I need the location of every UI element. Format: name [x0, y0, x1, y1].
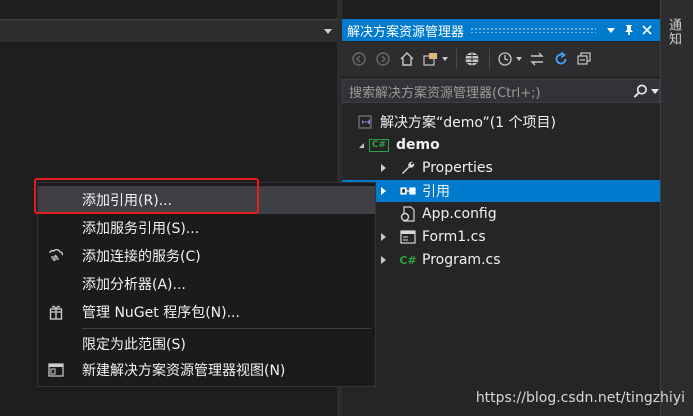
- tree-item-label: demo: [396, 137, 440, 153]
- tree-item-label: Properties: [422, 160, 493, 176]
- menu-item-label: 新建解决方案资源管理器视图(N): [82, 363, 286, 379]
- tree-item-label: Form1.cs: [422, 229, 486, 245]
- search-icon: [633, 84, 647, 98]
- expander-open-icon[interactable]: [354, 140, 368, 150]
- chevron-down-icon[interactable]: [516, 57, 522, 61]
- tree-item-solution[interactable]: 解决方案“demo”(1 个项目): [342, 111, 660, 133]
- tree-item-label: 引用: [422, 184, 450, 200]
- search-input[interactable]: 搜索解决方案资源管理器(Ctrl+;): [343, 82, 633, 101]
- menu-item-label: 限定为此范围(S): [82, 337, 186, 353]
- menu-separator: [82, 328, 371, 329]
- expander-closed-icon[interactable]: [378, 232, 388, 242]
- wrench-icon: [400, 160, 416, 176]
- pin-button[interactable]: [620, 21, 638, 39]
- connected-service-icon: [38, 242, 74, 270]
- menu-item-add-connected-service[interactable]: 添加连接的服务(C): [38, 242, 375, 270]
- home-icon: [400, 52, 414, 66]
- drag-grip[interactable]: [470, 27, 596, 33]
- highlight-annotation-box: [34, 178, 259, 214]
- pin-icon: [625, 25, 633, 35]
- sync-arrows-icon: [530, 52, 544, 66]
- clock-icon: [498, 52, 512, 66]
- switch-views-icon: [423, 53, 437, 66]
- tree-item-program[interactable]: C# Program.cs: [342, 249, 660, 271]
- expander-closed-icon[interactable]: [378, 186, 388, 196]
- new-view-icon: [38, 356, 74, 384]
- menu-item-manage-nuget[interactable]: 管理 NuGet 程序包(N)...: [38, 298, 375, 326]
- csharp-file-icon: C#: [399, 253, 417, 267]
- tree-item-references[interactable]: 引用: [342, 180, 660, 202]
- menu-item-label: 添加分析器(A)...: [82, 277, 186, 293]
- tree-item-project[interactable]: C# demo: [342, 134, 660, 156]
- collapse-all-icon: [577, 52, 591, 65]
- panel-title: 解决方案资源管理器: [347, 24, 465, 40]
- menu-item-add-analyzer[interactable]: 添加分析器(A)...: [38, 270, 375, 298]
- pending-changes-filter-button[interactable]: [494, 48, 516, 70]
- references-icon: [400, 183, 416, 199]
- chevron-down-icon[interactable]: [442, 57, 448, 61]
- collapse-all-button[interactable]: [574, 48, 596, 70]
- editor-dropdown-button[interactable]: [319, 20, 337, 42]
- forward-button[interactable]: [372, 48, 394, 70]
- notifications-tab[interactable]: 通知: [665, 18, 683, 46]
- tree-item-properties[interactable]: Properties: [342, 157, 660, 179]
- notifications-side-bar: [660, 0, 693, 416]
- menu-item-add-service-reference[interactable]: 添加服务引用(S)...: [38, 214, 375, 242]
- refresh-button[interactable]: [550, 48, 572, 70]
- nuget-package-icon: [38, 298, 74, 326]
- search-button[interactable]: [633, 83, 659, 99]
- watermark-text: https://blog.csdn.net/tingzhiyi: [475, 390, 685, 406]
- solution-explorer-search-box[interactable]: 搜索解决方案资源管理器(Ctrl+;): [342, 79, 660, 103]
- menu-item-label: 添加连接的服务(C): [82, 249, 201, 265]
- chevron-down-icon: [324, 28, 332, 34]
- tree-item-label: 解决方案“demo”(1 个项目): [380, 115, 556, 131]
- back-arrow-icon: [352, 52, 366, 66]
- config-file-icon: [400, 206, 416, 222]
- close-button[interactable]: [638, 21, 656, 39]
- csharp-project-icon: C#: [368, 137, 390, 153]
- globe-icon: [465, 52, 479, 66]
- tree-item-label: Program.cs: [422, 252, 501, 268]
- expander-closed-icon[interactable]: [378, 255, 388, 265]
- back-button[interactable]: [348, 48, 370, 70]
- tree-item-form1[interactable]: Form1.cs: [342, 226, 660, 248]
- menu-item-scope-to-this[interactable]: 限定为此范围(S): [38, 330, 375, 358]
- menu-item-label: 添加服务引用(S)...: [82, 221, 200, 237]
- toolbar-separator: [489, 49, 490, 69]
- sync-with-document-button[interactable]: [526, 48, 548, 70]
- form-file-icon: [400, 229, 416, 245]
- switch-views-button[interactable]: [420, 48, 442, 70]
- window-position-button[interactable]: [602, 21, 620, 39]
- forward-arrow-icon: [376, 52, 390, 66]
- chevron-down-icon: [607, 27, 615, 33]
- solution-explorer-toolbar: [342, 42, 660, 76]
- expander-closed-icon[interactable]: [378, 163, 388, 173]
- tree-item-label: App.config: [422, 206, 497, 222]
- close-icon: [642, 25, 652, 35]
- solution-explorer-panel: 解决方案资源管理器 搜索解决方案资源管理器(Ctrl+;) 解决方案“demo”…: [342, 19, 660, 416]
- editor-navigation-bar: [0, 19, 337, 42]
- chevron-down-icon: [651, 88, 659, 94]
- home-button[interactable]: [396, 48, 418, 70]
- show-all-files-button[interactable]: [461, 48, 483, 70]
- tree-item-app-config[interactable]: App.config: [342, 203, 660, 225]
- menu-item-label: 管理 NuGet 程序包(N)...: [82, 305, 240, 321]
- refresh-icon: [555, 51, 567, 65]
- visual-studio-solution-icon: [358, 114, 374, 130]
- toolbar-separator: [456, 49, 457, 69]
- solution-explorer-title-bar: 解决方案资源管理器: [342, 19, 660, 41]
- menu-item-new-explorer-view[interactable]: 新建解决方案资源管理器视图(N): [38, 356, 375, 384]
